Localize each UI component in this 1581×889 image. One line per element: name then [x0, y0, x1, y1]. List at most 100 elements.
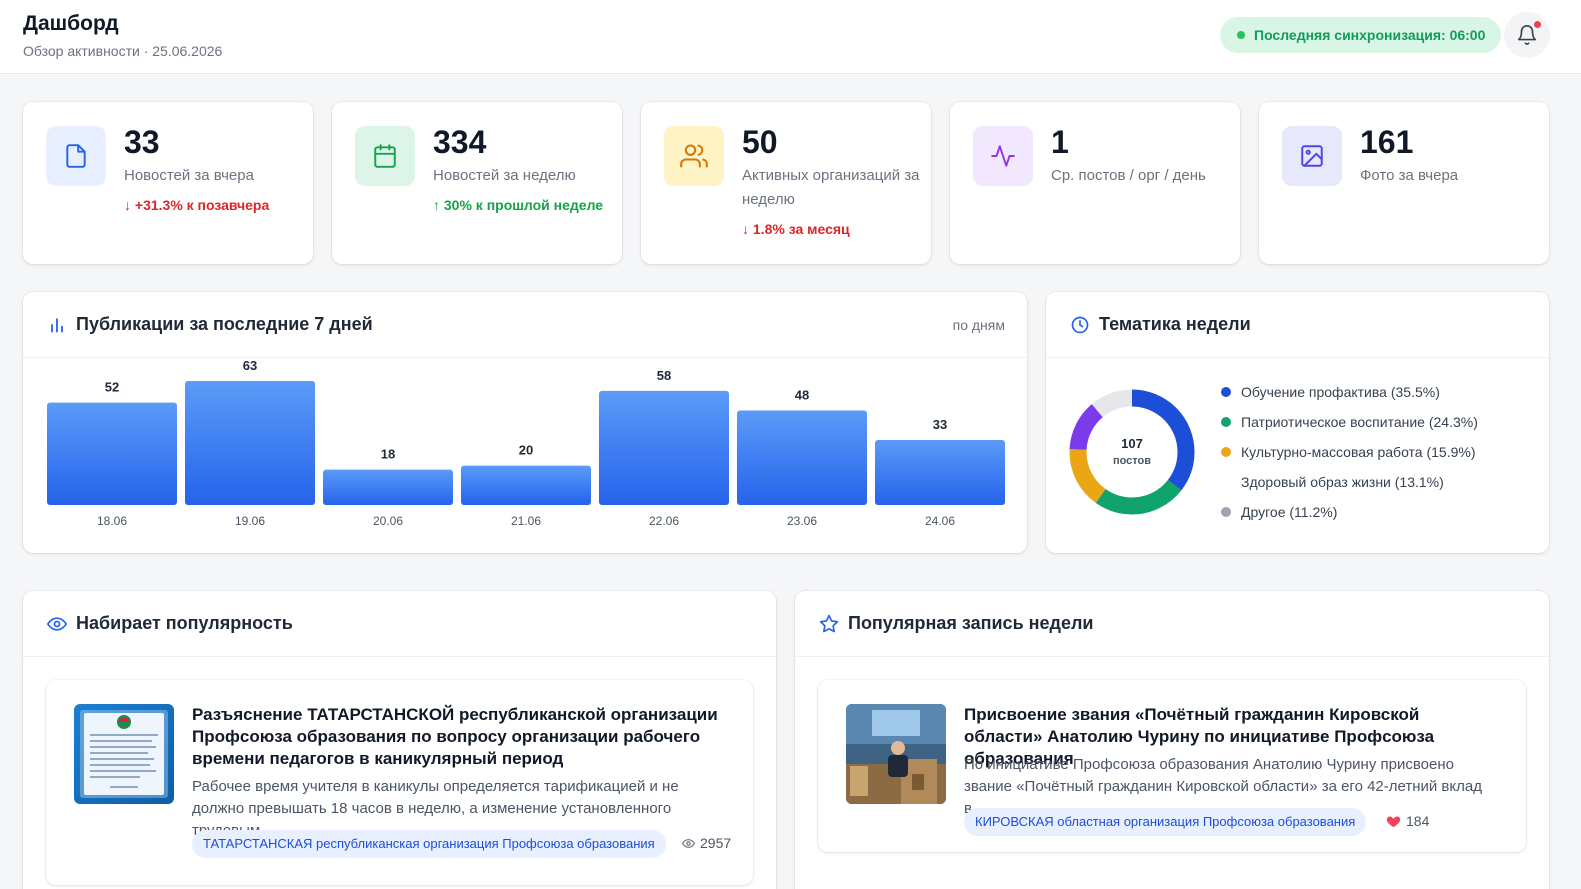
stat-label: Новостей за вчера	[124, 167, 254, 184]
likes-value: 184	[1406, 813, 1430, 829]
legend-label: Здоровый образ жизни (13.1%)	[1241, 474, 1444, 490]
bar-18.06[interactable]	[47, 402, 177, 505]
image-icon	[1301, 145, 1323, 167]
bar-value-label: 58	[657, 368, 671, 383]
heart-icon	[1386, 816, 1401, 827]
bar-chart: 52 18.06 63 19.06 18 20.06 20 21.06 58 22.06 48 23.…	[47, 358, 1005, 528]
stat-label: Новостей за неделю	[433, 167, 576, 184]
donut-center-value: 107	[1121, 436, 1143, 451]
x-tick-label: 22.06	[649, 514, 679, 528]
section-header: Тематика недели	[1046, 292, 1549, 358]
stat-icon-box	[973, 126, 1033, 186]
stat-card-photos: 161 Фото за вчера	[1259, 102, 1549, 264]
bar-20.06[interactable]	[323, 469, 453, 505]
post-thumbnail	[74, 704, 174, 804]
sync-label: Последняя синхронизация: 06:00	[1254, 27, 1486, 43]
popular-post[interactable]: Присвоение звания «Почётный гражданин Ки…	[818, 680, 1526, 852]
legend-item: Другое (11.2%)	[1221, 502, 1478, 532]
popular-card: Популярная запись недели Присвоение зван…	[795, 591, 1549, 889]
stat-card-news-week: 334 Новостей за неделю ↑ 30% к прошлой н…	[332, 102, 622, 264]
stat-card-active-orgs: 50 Активных организаций за неделю ↓ 1.8%…	[641, 102, 931, 264]
bar-value-label: 20	[519, 443, 533, 458]
x-tick-label: 21.06	[511, 514, 541, 528]
stat-delta: ↓ +31.3% к позавчера	[124, 197, 270, 213]
legend-label: Обучение профактива (35.5%)	[1241, 384, 1440, 400]
stat-value: 50	[742, 124, 778, 160]
bar-21.06[interactable]	[461, 465, 591, 505]
donut-chart: 107 постов	[1069, 389, 1195, 515]
photo-thumbnail-image	[846, 704, 946, 804]
x-tick-label: 24.06	[925, 514, 955, 528]
organization-tag[interactable]: ТАТАРСТАНСКАЯ республиканская организаци…	[192, 830, 666, 858]
sync-status-badge: Последняя синхронизация: 06:00	[1220, 17, 1502, 53]
stat-icon-box	[1282, 126, 1342, 186]
donut-legend: Обучение профактива (35.5%) Патриотическ…	[1221, 382, 1478, 532]
trending-post[interactable]: Разъяснение ТАТАРСТАНСКОЙ республиканско…	[46, 680, 753, 885]
legend-label: Патриотическое воспитание (24.3%)	[1241, 414, 1478, 430]
trending-card: Набирает популярность Разъяснение ТАТАРС…	[23, 591, 776, 889]
bar-value-label: 63	[243, 358, 257, 373]
x-tick-label: 18.06	[97, 514, 127, 528]
stat-delta: ↓ 1.8% за месяц	[742, 221, 850, 237]
weekly-publications-card: Публикации за последние 7 дней по дням 5…	[23, 292, 1027, 553]
bar-value-label: 18	[381, 447, 395, 462]
x-tick-label: 20.06	[373, 514, 403, 528]
legend-dot	[1221, 417, 1231, 427]
bar-24.06[interactable]	[875, 440, 1005, 505]
organization-tag[interactable]: КИРОВСКАЯ областная организация Профсоюз…	[964, 808, 1367, 836]
notification-dot	[1534, 21, 1541, 28]
x-tick-label: 23.06	[787, 514, 817, 528]
file-icon	[66, 144, 86, 168]
stat-value: 1	[1051, 124, 1069, 160]
legend-item: Обучение профактива (35.5%)	[1221, 382, 1478, 412]
star-icon	[819, 614, 839, 633]
section-header: Популярная запись недели	[795, 591, 1549, 657]
legend-item: Патриотическое воспитание (24.3%)	[1221, 412, 1478, 442]
topics-card: Тематика недели 107 постов Обучение проф…	[1046, 292, 1549, 553]
top-bar: Дашборд Обзор активности · 25.06.2026 По…	[0, 0, 1581, 74]
likes-count: 184	[1386, 813, 1429, 829]
legend-dot	[1221, 507, 1231, 517]
legend-item: Культурно-массовая работа (15.9%)	[1221, 442, 1478, 472]
legend-label: Другое (11.2%)	[1241, 504, 1338, 520]
stat-card-news-yesterday: 33 Новостей за вчера ↓ +31.3% к позавчер…	[23, 102, 313, 264]
stat-value: 161	[1360, 124, 1414, 160]
stat-label: Активных организаций за неделю	[742, 167, 920, 208]
section-title: Популярная запись недели	[848, 613, 1094, 633]
legend-label: Культурно-массовая работа (15.9%)	[1241, 444, 1476, 460]
bar-value-label: 48	[795, 388, 809, 403]
calendar-icon	[374, 144, 396, 168]
status-dot-icon	[1237, 31, 1245, 39]
legend-dot	[1221, 447, 1231, 457]
bar-value-label: 33	[933, 417, 947, 432]
bar-22.06[interactable]	[599, 390, 729, 505]
x-tick-label: 19.06	[235, 514, 265, 528]
section-title: Набирает популярность	[76, 613, 293, 633]
donut-center-label: постов	[1113, 455, 1151, 467]
stat-icon-box	[664, 126, 724, 186]
page-subtitle: Обзор активности · 25.06.2026	[23, 43, 223, 59]
stat-label: Фото за вчера	[1360, 167, 1459, 184]
bar-19.06[interactable]	[185, 381, 315, 505]
views-value: 2957	[700, 835, 732, 851]
stat-icon-box	[355, 126, 415, 186]
page-title: Дашборд	[23, 12, 119, 35]
eye-icon	[682, 838, 695, 848]
stat-value: 334	[433, 124, 487, 160]
users-icon	[680, 144, 708, 168]
post-thumbnail	[846, 704, 946, 804]
bar-23.06[interactable]	[737, 410, 867, 505]
activity-icon	[991, 145, 1015, 167]
bar-value-label: 52	[105, 380, 119, 395]
stat-icon-box	[46, 126, 106, 186]
post-title[interactable]: Разъяснение ТАТАРСТАНСКОЙ республиканско…	[192, 704, 729, 770]
section-header: Набирает популярность	[23, 591, 776, 657]
stat-card-avg-posts: 1 Ср. постов / орг / день	[950, 102, 1240, 264]
notifications-button[interactable]	[1504, 12, 1550, 58]
document-thumbnail-image	[80, 710, 168, 798]
legend-dot	[1221, 387, 1231, 397]
eye-icon	[47, 617, 67, 631]
views-count: 2957	[682, 835, 731, 851]
legend-item: Здоровый образ жизни (13.1%)	[1221, 472, 1478, 502]
section-title: Тематика недели	[1099, 314, 1251, 334]
